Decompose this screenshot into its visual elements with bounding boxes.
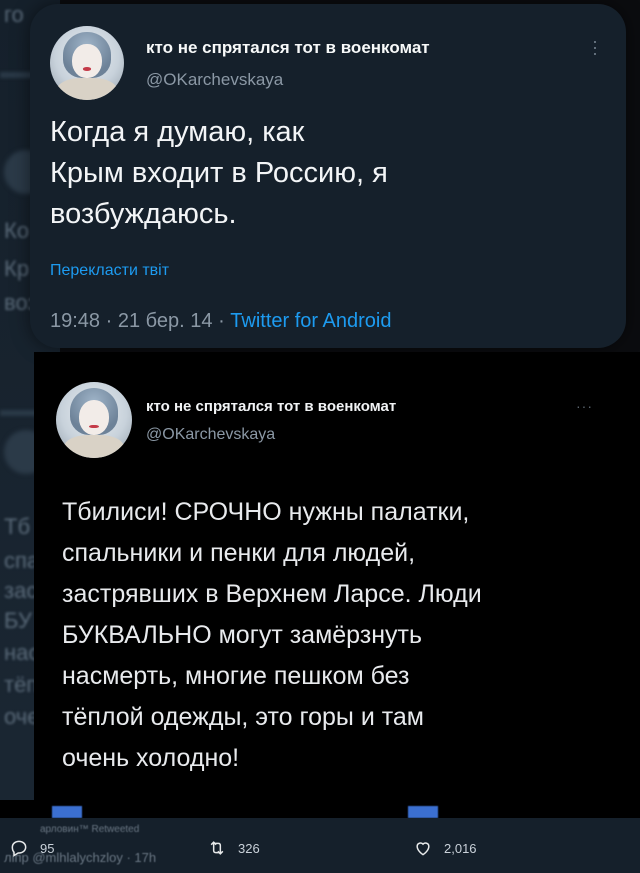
author-name[interactable]: кто не спрятался тот в военкомат	[146, 38, 430, 58]
tweet-screenshot: кто не спрятался тот в военкомат @OKarch…	[34, 352, 640, 812]
tweet-text-line: Когда я думаю, как	[50, 116, 305, 148]
reply-count: 95	[40, 840, 55, 856]
retweeted-note: арловин™ Retweeted	[40, 824, 140, 835]
flag-icon	[408, 806, 438, 818]
background-ghost-text: Кр	[4, 256, 30, 281]
flag-icon	[52, 806, 82, 818]
retweet-count: 326	[238, 840, 260, 856]
tweet-text-line: застрявших в Верхнем Ларсе. Люди	[62, 580, 482, 608]
reply-button[interactable]: 95	[8, 838, 54, 858]
tweet-text-line: БУКВАЛЬНО могут замёрзнуть	[62, 621, 423, 649]
tweet-text-line: спальники и пенки для людей,	[62, 539, 416, 567]
like-button[interactable]: 2,016	[412, 838, 477, 858]
more-icon[interactable]: · · ·	[590, 32, 600, 62]
like-count: 2,016	[444, 840, 477, 856]
tweet-text-line: очень холодно!	[62, 744, 240, 772]
tweet-text-line: возбуждаюсь.	[50, 198, 237, 230]
tweet-time: 19:48	[50, 310, 101, 332]
tweet-text-line: тёплой одежды, это горы и там	[62, 703, 424, 731]
tweet-action-bar: арловин™ Retweeted ліпр @mlhlalychzloy ·…	[0, 818, 640, 873]
background-ghost-text: БУ	[4, 608, 32, 633]
retweet-icon	[210, 841, 224, 855]
avatar[interactable]	[50, 26, 124, 100]
background-ghost-text: Ко	[4, 218, 30, 243]
tweet-date[interactable]: 21 бер. 14	[118, 310, 213, 332]
meta-separator: ·	[105, 310, 113, 332]
translate-tweet-link[interactable]: Перекласти твіт	[50, 262, 169, 280]
tweet-card-top[interactable]: кто не спрятался тот в военкомат @OKarch…	[30, 4, 626, 348]
tweet-text: Тбилиси! СРОЧНО нужны палатки, спальники…	[62, 492, 622, 779]
avatar	[56, 382, 132, 458]
tweet-source-link[interactable]: Twitter for Android	[230, 310, 391, 332]
tweet-text-line: Крым входит в Россию, я	[50, 157, 388, 189]
more-icon: ···	[576, 398, 593, 414]
tweet-meta: 19:48 · 21 бер. 14 · Twitter for Android	[50, 310, 391, 333]
author-handle: @OKarchevskaya	[146, 426, 276, 443]
tweet-text-line: Тбилиси! СРОЧНО нужны палатки,	[62, 498, 470, 526]
reply-icon	[11, 840, 27, 857]
author-handle[interactable]: @OKarchevskaya	[146, 70, 283, 90]
retweet-button[interactable]: 326	[206, 838, 260, 858]
meta-separator: ·	[218, 310, 225, 332]
background-ghost-text: го	[4, 2, 24, 27]
tweet-text-line: насмерть, многие пешком без	[62, 662, 410, 690]
like-icon	[416, 842, 430, 856]
background-ghost-text: Тб	[4, 514, 31, 539]
cropped-next-line	[0, 800, 640, 820]
tweet-text: Когда я думаю, как Крым входит в Россию,…	[50, 112, 610, 235]
author-name: кто не спрятался тот в военкомат	[146, 398, 397, 415]
